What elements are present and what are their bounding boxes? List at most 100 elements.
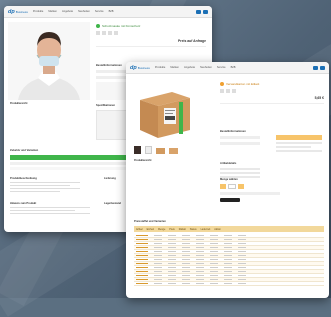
table-cell: [210, 283, 218, 284]
table-cell: [238, 275, 246, 276]
table-cell: [210, 279, 218, 280]
table-cell: [154, 239, 162, 240]
table-cell: [168, 251, 176, 252]
table-cell: [238, 251, 246, 252]
table-cell: [136, 283, 148, 284]
nav-item-new[interactable]: Neuheiten: [200, 66, 212, 69]
table-cell: [238, 247, 246, 248]
cart-icon[interactable]: [320, 65, 325, 70]
table-cell: [154, 263, 162, 264]
col-header[interactable]: Status: [190, 228, 197, 231]
table-cell: [238, 259, 246, 260]
table-cell: [168, 275, 176, 276]
specs-title: Spezifikationen: [96, 104, 116, 107]
col-header[interactable]: Aktion: [214, 228, 221, 231]
table-cell: [168, 243, 176, 244]
product-title: Schutzmaske mit Kinnschutz: [102, 24, 141, 28]
table-cell: [182, 279, 190, 280]
thumb-icon[interactable]: [232, 89, 236, 93]
account-icon[interactable]: [313, 65, 318, 70]
table-cell: [182, 271, 190, 272]
thumb-icon[interactable]: [102, 31, 106, 35]
select-field[interactable]: [220, 136, 260, 139]
nav-item-products[interactable]: Produkte: [155, 66, 165, 69]
nav-item-new[interactable]: Neuheiten: [78, 10, 90, 13]
top-nav: dpBusiness Produkte Marken Angebote Neuh…: [126, 62, 329, 74]
person-photo: [8, 22, 90, 100]
col-header[interactable]: Einheit: [147, 228, 154, 231]
table-cell: [168, 255, 176, 256]
table-cell: [154, 283, 162, 284]
table-cell: [210, 259, 218, 260]
table-cell: [210, 239, 218, 240]
nav-item-offers[interactable]: Angebote: [62, 10, 73, 13]
nav-item-offers[interactable]: Angebote: [184, 66, 195, 69]
table-cell: [154, 247, 162, 248]
table-cell: [154, 271, 162, 272]
thumbnail[interactable]: [169, 148, 178, 154]
qty-title: Menge wählen: [220, 178, 238, 181]
nav-item-b2b[interactable]: B2B: [231, 66, 236, 69]
nav-item-service[interactable]: Service: [95, 10, 104, 13]
thumb-icon[interactable]: [114, 31, 118, 35]
thumb-icon[interactable]: [220, 89, 224, 93]
table-cell: [168, 271, 176, 272]
table-cell: [136, 267, 148, 268]
order-section-title: Bestellinformationen: [96, 64, 122, 67]
qty-input[interactable]: [228, 184, 236, 189]
table-cell: [168, 279, 176, 280]
nav-item-products[interactable]: Produkte: [33, 10, 43, 13]
cart-icon[interactable]: [203, 9, 208, 14]
table-title: Preisstaffel und Varianten: [134, 220, 166, 223]
thumb-icon[interactable]: [226, 89, 230, 93]
table-cell: [224, 251, 232, 252]
table-cell: [182, 275, 190, 276]
table-cell: [238, 279, 246, 280]
col-header[interactable]: Preis: [169, 228, 174, 231]
add-to-cart-button[interactable]: [276, 135, 322, 140]
table-cell: [168, 259, 176, 260]
qty-decrement-button[interactable]: [220, 184, 226, 189]
account-icon[interactable]: [196, 9, 201, 14]
table-cell: [238, 239, 246, 240]
thumbnail[interactable]: [145, 146, 152, 154]
table-cell: [154, 235, 162, 236]
select-field-2[interactable]: [220, 142, 260, 145]
product-title: Versandkarton mit Etikett: [226, 82, 260, 86]
nav-item-b2b[interactable]: B2B: [109, 10, 114, 13]
table-cell: [210, 251, 218, 252]
status-dot: [96, 24, 100, 28]
table-cell: [182, 263, 190, 264]
table-cell: [136, 243, 148, 244]
site-logo[interactable]: dpBusiness: [130, 65, 150, 71]
table-cell: [196, 275, 204, 276]
nav-item-brands[interactable]: Marken: [48, 10, 57, 13]
thumbnail[interactable]: [134, 146, 141, 154]
nav-item-service[interactable]: Service: [217, 66, 226, 69]
table-cell: [136, 251, 148, 252]
col-header[interactable]: Artikel: [136, 228, 143, 231]
nav-item-brands[interactable]: Marken: [170, 66, 179, 69]
buy-button[interactable]: [220, 198, 240, 202]
col-header[interactable]: Menge: [158, 228, 165, 231]
table-cell: [210, 263, 218, 264]
site-logo[interactable]: dpBusiness: [8, 9, 28, 15]
table-cell: [224, 255, 232, 256]
col-header[interactable]: Lieferzeit: [201, 228, 211, 231]
table-cell: [238, 271, 246, 272]
thumb-icon[interactable]: [96, 31, 100, 35]
table-cell: [224, 279, 232, 280]
order-section-title: Bestellinformationen: [220, 130, 246, 133]
table-cell: [196, 283, 204, 284]
top-nav: dpBusiness Produkte Marken Angebote Neuh…: [4, 6, 212, 18]
table-cell: [238, 263, 246, 264]
table-cell: [196, 239, 204, 240]
col-header[interactable]: Rabatt: [179, 228, 186, 231]
table-row[interactable]: [134, 282, 324, 286]
qty-increment-button[interactable]: [238, 184, 244, 189]
thumb-caption: Produktansicht: [134, 159, 152, 162]
table-cell: [238, 267, 246, 268]
thumbnail[interactable]: [156, 148, 165, 154]
table-cell: [136, 275, 148, 276]
thumb-icon[interactable]: [108, 31, 112, 35]
